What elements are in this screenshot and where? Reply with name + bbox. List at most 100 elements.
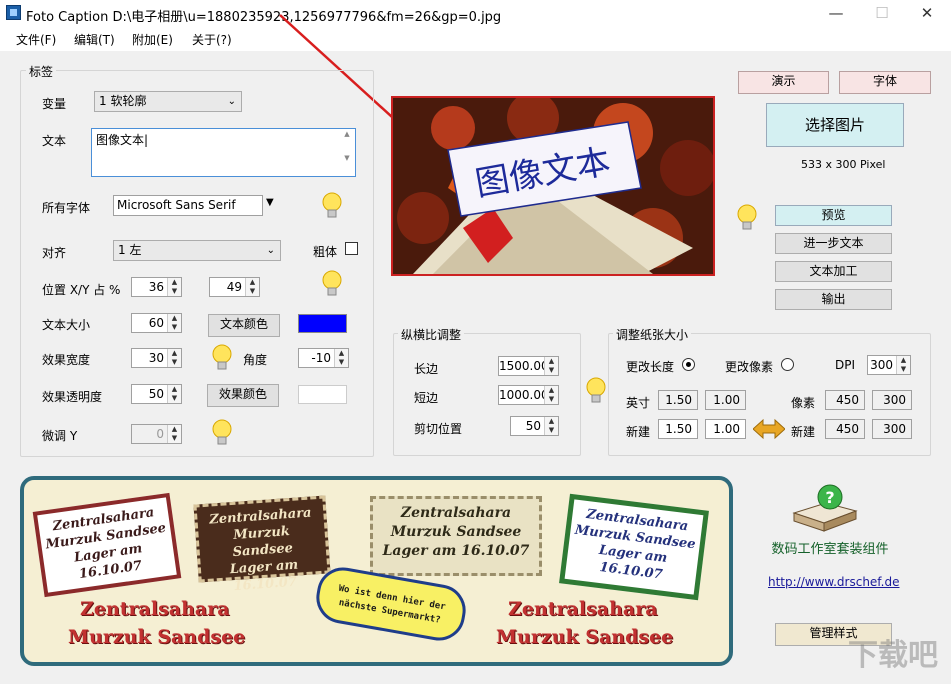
opacity-label: 效果透明度 (42, 390, 103, 404)
app-icon (6, 5, 21, 20)
stamp-green: Zentralsahara Murzuk Sandsee Lager am 16… (559, 493, 709, 601)
spin-arrows-icon[interactable]: ▲ ▼ (544, 417, 558, 435)
stamp-text: Murzuk Sandsee (390, 524, 522, 540)
lightbulb-icon[interactable] (585, 376, 607, 406)
spin-arrows-icon[interactable]: ▲ ▼ (167, 425, 181, 443)
pos-x-stepper[interactable]: 36 ▲ ▼ (131, 277, 182, 297)
spin-arrows-icon[interactable]: ▲ ▼ (544, 386, 558, 404)
dpi-stepper[interactable]: 300 ▲ ▼ (867, 355, 911, 375)
spin-arrows-icon[interactable]: ▲ ▼ (245, 278, 259, 296)
maximize-icon[interactable]: ☐ (862, 2, 902, 24)
font-button[interactable]: 字体 (839, 71, 931, 94)
swap-arrows-icon[interactable] (753, 418, 785, 440)
spin-arrows-icon[interactable]: ▲ ▼ (167, 385, 181, 403)
lightbulb-icon[interactable] (321, 269, 343, 299)
autumn-leaves-photo: 图像文本 (393, 98, 713, 274)
lightbulb-icon[interactable] (211, 418, 233, 448)
new-inch-width-field[interactable]: 1.50 (658, 419, 698, 439)
inch-height-field: 1.00 (705, 390, 746, 410)
spin-arrows-icon[interactable]: ▲ ▼ (167, 349, 181, 367)
size-value: 60 (148, 316, 164, 330)
font-value: Microsoft Sans Serif (117, 198, 236, 212)
text-color-button[interactable]: 文本颜色 (208, 314, 280, 337)
spin-arrows-icon[interactable]: ▲ ▼ (167, 278, 181, 296)
preview-button[interactable]: 预览 (775, 205, 892, 226)
effect-color-swatch[interactable] (298, 385, 347, 404)
crop-stepper[interactable]: 50 ▲ ▼ (510, 416, 559, 436)
opacity-value: 50 (148, 387, 164, 401)
more-text-button[interactable]: 进一步文本 (775, 233, 892, 254)
angle-value: -10 (311, 351, 331, 365)
pos-y-value: 49 (226, 280, 242, 294)
short-side-value: 1000.00 (499, 388, 549, 402)
new-pixel-label: 新建 (791, 425, 816, 439)
size-stepper[interactable]: 60 ▲ ▼ (131, 313, 182, 333)
inch-width-field: 1.50 (658, 390, 698, 410)
caption-textarea[interactable]: 图像文本| (91, 128, 356, 177)
change-length-radio[interactable] (682, 358, 695, 371)
angle-stepper[interactable]: -10 ▲ ▼ (298, 348, 349, 368)
promo-link[interactable]: http://www.drschef.de (768, 575, 899, 589)
lightbulb-icon[interactable] (736, 203, 758, 233)
menu-about[interactable]: 关于(?) (192, 31, 232, 48)
new-inch-label: 新建 (626, 425, 651, 439)
spin-arrows-icon[interactable]: ▲ ▼ (334, 349, 348, 367)
position-label: 位置 X/Y 占 % (42, 283, 121, 297)
text-label: 文本 (42, 134, 67, 148)
stamp-dark: Zentralsahara Murzuk Sandsee Lager am 16… (193, 495, 331, 594)
change-pixels-radio[interactable] (781, 358, 794, 371)
minimize-icon[interactable]: — (816, 2, 856, 24)
variant-select[interactable]: 1 软轮廓 ⌄ (94, 91, 242, 112)
red-text-left-1: Zentralsahara (80, 598, 230, 620)
finetune-stepper[interactable]: 0 ▲ ▼ (131, 424, 182, 444)
long-side-label: 长边 (414, 362, 439, 376)
spin-arrows-icon[interactable]: ▲ ▼ (544, 357, 558, 375)
new-inch-height-field[interactable]: 1.00 (705, 419, 746, 439)
align-select[interactable]: 1 左 ⌄ (113, 240, 281, 261)
width-stepper[interactable]: 30 ▲ ▼ (131, 348, 182, 368)
text-color-swatch[interactable] (298, 314, 347, 333)
pos-x-value: 36 (148, 280, 164, 294)
opacity-stepper[interactable]: 50 ▲ ▼ (131, 384, 182, 404)
effect-color-button[interactable]: 效果颜色 (207, 384, 279, 407)
lightbulb-icon[interactable] (211, 343, 233, 373)
variant-label: 变量 (42, 97, 67, 111)
sample-banner: Zentralsahara Murzuk Sandsee Lager am 16… (20, 476, 733, 666)
paper-group-title: 调整纸张大小 (613, 326, 692, 343)
bold-checkbox[interactable] (345, 242, 358, 255)
image-preview: 图像文本 (391, 96, 715, 276)
align-label: 对齐 (42, 246, 67, 260)
text-process-button[interactable]: 文本加工 (775, 261, 892, 282)
svg-text:?: ? (825, 488, 834, 507)
spin-arrows-icon[interactable]: ▲ ▼ (167, 314, 181, 332)
menu-edit[interactable]: 编辑(T) (74, 31, 115, 48)
width-label: 效果宽度 (42, 353, 91, 367)
output-button[interactable]: 输出 (775, 289, 892, 310)
red-text-right-2: Murzuk Sandsee (496, 626, 674, 648)
stamp-text: Zentralsahara (400, 505, 512, 521)
change-length-label: 更改长度 (626, 360, 675, 374)
font-select[interactable]: Microsoft Sans Serif (113, 195, 263, 216)
long-side-stepper[interactable]: 1500.00 ▲ ▼ (498, 356, 559, 376)
bold-label: 粗体 (313, 245, 338, 259)
menu-file[interactable]: 文件(F) (16, 31, 56, 48)
crop-label: 剪切位置 (414, 422, 463, 436)
short-side-stepper[interactable]: 1000.00 ▲ ▼ (498, 385, 559, 405)
pos-y-stepper[interactable]: 49 ▲ ▼ (209, 277, 260, 297)
pixel-height-field: 300 (872, 390, 912, 410)
demo-button[interactable]: 演示 (738, 71, 829, 94)
menu-extras[interactable]: 附加(E) (132, 31, 173, 48)
close-icon[interactable]: ✕ (907, 2, 947, 24)
font-dropdown-icon[interactable]: ▼ (266, 197, 274, 208)
red-text-right-1: Zentralsahara (508, 598, 658, 620)
variant-value: 1 软轮廓 (99, 94, 147, 108)
spin-arrows-icon[interactable]: ▲ ▼ (896, 356, 910, 374)
font-label: 所有字体 (42, 201, 91, 215)
select-image-button[interactable]: 选择图片 (766, 103, 904, 147)
crop-value: 50 (525, 419, 541, 433)
textarea-scrollbar[interactable]: ▲ ▼ (340, 130, 354, 175)
finetune-label: 微调 Y (42, 429, 78, 443)
lightbulb-icon[interactable] (321, 191, 343, 221)
inch-label: 英寸 (626, 396, 651, 410)
new-pixel-height-field: 300 (872, 419, 912, 439)
